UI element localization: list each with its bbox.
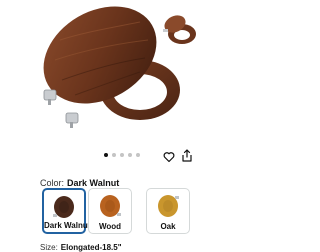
swatch-label: Oak xyxy=(160,222,176,231)
carousel-dot[interactable] xyxy=(136,153,140,157)
carousel-dot[interactable] xyxy=(120,153,124,157)
swatch-dark-walnut[interactable]: Dark Walnut xyxy=(42,188,91,234)
image-carousel-dots xyxy=(104,153,140,157)
carousel-dot[interactable] xyxy=(128,153,132,157)
swatch-wood[interactable]: Wood xyxy=(88,188,132,234)
color-selected-value: Dark Walnut xyxy=(67,178,120,188)
swatch-label: Dark Walnut xyxy=(44,221,91,230)
swatch-oak[interactable]: Oak xyxy=(146,188,190,234)
swatch-dark-walnut-image xyxy=(53,196,74,218)
product-inset-image xyxy=(160,10,200,50)
size-selected-value: Elongated-18.5" xyxy=(60,243,122,252)
color-selection-label: Color: Dark Walnut xyxy=(40,178,119,188)
swatch-wood-image xyxy=(100,195,121,217)
swatch-oak-image xyxy=(158,195,179,217)
color-label: Color: xyxy=(40,178,65,188)
carousel-dot[interactable] xyxy=(112,153,116,157)
share-icon[interactable] xyxy=(181,149,193,162)
swatch-label: Wood xyxy=(98,222,122,231)
heart-icon[interactable] xyxy=(163,150,175,163)
size-selection-label: Size: Elongated-18.5" xyxy=(40,243,122,252)
carousel-dot[interactable] xyxy=(104,153,108,157)
size-label: Size: xyxy=(40,243,58,252)
product-main-image[interactable] xyxy=(0,0,250,145)
